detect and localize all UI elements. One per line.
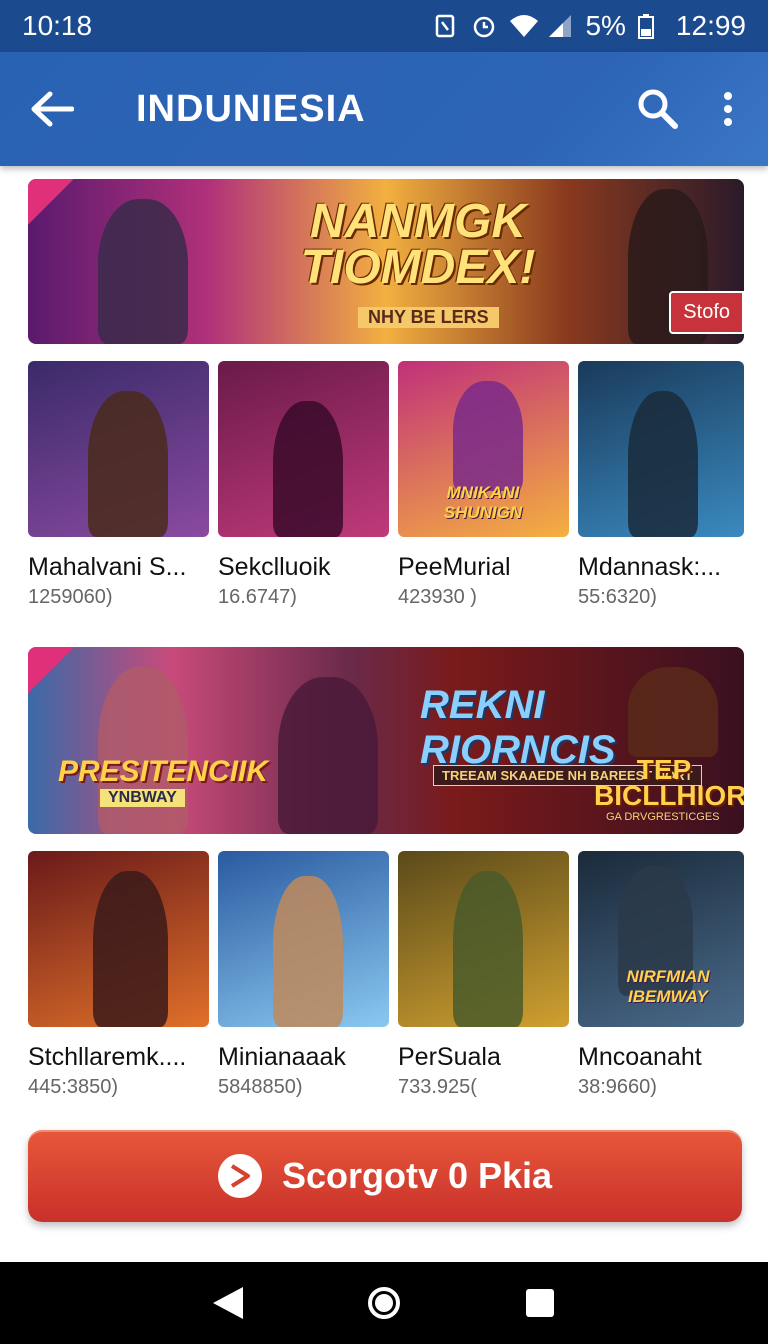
game-card[interactable]: Mdannask:... 55:6320) [578,361,744,609]
game-logo-text: NIRFMIAN IBEMWAY [626,967,710,1006]
game-card[interactable]: PerSuala 733.925( [398,851,569,1099]
character-figure [453,871,523,1027]
game-name: PerSuala [398,1043,501,1071]
game-thumbnail[interactable] [218,851,389,1027]
game-name: PeeMurial [398,553,511,581]
status-time-right: 12:99 [675,10,746,41]
character-figure [93,871,168,1027]
banner-left-subtitle: YNBWAY [100,789,185,807]
game-logo-text: MNIKANI SHUNIGN [443,483,523,522]
game-count: 38:9660) [578,1076,657,1098]
game-grid-row-2: Stchllaremk.... 445:3850) Minianaaak 584… [28,851,744,1099]
banner-right-title: TEP BICLLHIOR [594,754,744,811]
game-card[interactable]: MNIKANI SHUNIGN PeeMurial 423930 ) [398,361,569,609]
game-thumbnail[interactable]: NIRFMIAN IBEMWAY [578,851,744,1027]
nav-recents-button[interactable] [515,1278,565,1328]
corner-ribbon [28,179,74,225]
more-vert-icon [724,92,732,126]
game-count: 445:3850) [28,1076,119,1098]
game-name: Minianaaak [218,1043,346,1071]
game-name: Stchllaremk.... [28,1043,187,1071]
search-icon [638,89,678,129]
game-thumbnail[interactable] [218,361,389,537]
play-icon [217,1154,262,1198]
banner-title: NANMGK TIOMDEX! [300,195,536,294]
game-thumbnail[interactable] [398,851,569,1027]
game-count: 55:6320) [578,586,657,608]
banner-right-subtitle: GA DRVGRESTICGES [606,811,720,823]
circle-home-icon [368,1287,400,1319]
banner-left-title: PRESITENCIIK [58,755,269,788]
page-title: INDUNIESIA [136,87,366,130]
featured-banner-2[interactable]: PRESITENCIIK YNBWAY REKNI RIORNCIS TREEA… [28,647,744,834]
app-bar: INDUNIESIA [0,52,768,166]
hero-figure-left [98,199,188,344]
game-thumbnail[interactable] [28,851,209,1027]
character-figure [273,401,343,537]
game-card[interactable]: Mahalvani S... 1259060) [28,361,209,609]
search-button[interactable] [630,81,686,137]
wifi-icon [509,13,539,39]
character-figure [628,391,698,537]
hero-figure-left [98,667,188,834]
game-count: 5848850) [218,1076,303,1098]
arrow-left-icon [31,91,74,127]
game-card[interactable]: NIRFMIAN IBEMWAY Mncoanaht 38:9660) [578,851,744,1099]
game-thumbnail[interactable] [578,361,744,537]
game-thumbnail[interactable]: MNIKANI SHUNIGN [398,361,569,537]
game-name: Sekclluoik [218,553,331,581]
game-name: Mdannask:... [578,553,722,581]
status-icons: 5% 12:99 [433,10,746,42]
corner-ribbon [28,647,74,693]
signal-icon [547,13,573,39]
nav-home-button[interactable] [359,1278,409,1328]
game-card[interactable]: Sekclluoik 16.6747) [218,361,389,609]
triangle-back-icon [213,1287,243,1319]
more-options-button[interactable] [708,81,748,137]
alarm-icon [471,13,497,39]
hero-figure-middle [278,677,378,834]
status-bar: 10:18 5% 12:99 [0,0,768,52]
nfc-icon [433,13,459,39]
square-recents-icon [526,1289,554,1317]
play-cta-button[interactable]: Scorgotv 0 Pkia [28,1130,742,1222]
status-time-left: 10:18 [22,10,93,41]
game-count: 733.925( [398,1076,477,1098]
character-figure [88,391,168,537]
game-card[interactable]: Stchllaremk.... 445:3850) [28,851,209,1099]
cta-label: Scorgotv 0 Pkia [281,1155,553,1196]
battery-percent: 5% [585,10,626,41]
game-name: Mncoanaht [578,1043,702,1071]
game-name: Mahalvani S... [28,553,187,581]
game-card[interactable]: Minianaaak 5848850) [218,851,389,1099]
nav-back-button[interactable] [203,1278,253,1328]
featured-banner-1[interactable]: NANMGK TIOMDEX! NHY BE LERS Stofo [28,179,744,344]
game-count: 1259060) [28,586,113,608]
banner-subtitle: NHY BE LERS [358,307,499,328]
game-grid-row-1: Mahalvani S... 1259060) Sekclluoik 16.67… [28,361,744,609]
back-button[interactable] [22,79,82,139]
game-thumbnail[interactable] [28,361,209,537]
battery-icon [637,13,664,39]
store-badge[interactable]: Stofo [669,291,744,334]
character-figure [273,876,343,1027]
game-count: 16.6747) [218,586,297,608]
system-nav-bar [0,1262,768,1344]
character-figure [453,381,523,491]
game-count: 423930 ) [398,586,477,608]
